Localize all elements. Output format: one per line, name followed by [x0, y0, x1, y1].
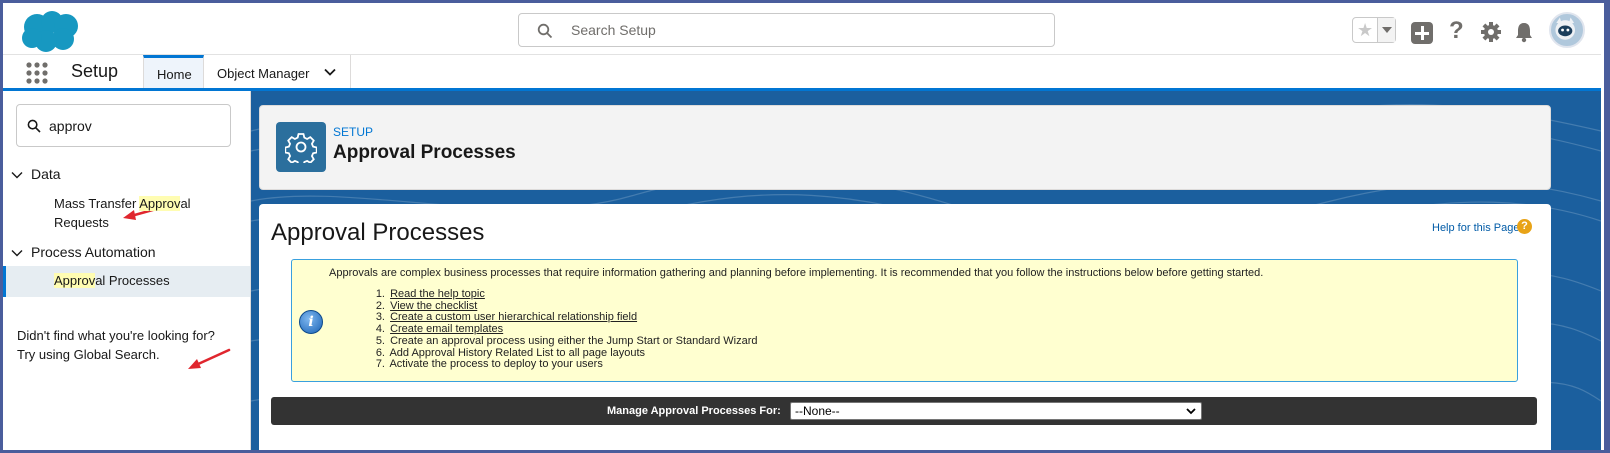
app-nav-bar: Setup Home Object Manager — [3, 55, 1601, 91]
global-header: Search Setup ★ ? — [3, 3, 1601, 55]
search-highlight: Approv — [139, 196, 181, 211]
search-highlight: Approv — [54, 273, 96, 288]
avatar[interactable] — [1549, 12, 1585, 48]
not-found-line1: Didn't find what you're looking for? — [17, 328, 215, 343]
page-header-title: Approval Processes — [333, 142, 516, 163]
global-search-link[interactable]: Try using Global Search. — [17, 345, 242, 364]
sidebar-item-approval-processes[interactable]: Approval Processes — [3, 266, 250, 297]
tab-object-manager-label: Object Manager — [217, 66, 310, 81]
quick-find-value: approv — [49, 118, 92, 134]
salesforce-logo[interactable] — [19, 11, 81, 53]
help-for-this-page-link[interactable]: Help for this Page — [1432, 222, 1519, 234]
page-header-eyebrow: SETUP — [333, 125, 374, 139]
favorites-dropdown-icon[interactable] — [1377, 18, 1395, 42]
chevron-down-icon[interactable] — [11, 169, 23, 181]
item-text: al Processes — [95, 273, 170, 288]
add-icon[interactable] — [1411, 22, 1433, 44]
step-number: 5. — [375, 334, 385, 347]
step-number: 7. — [375, 358, 385, 371]
step-text: Activate the process to deploy to your u… — [389, 358, 603, 371]
setup-sidebar: approv Data Mass Transfer Approval Reques… — [3, 91, 251, 450]
app-name: Setup — [71, 61, 119, 81]
setup-gear-icon — [276, 122, 326, 172]
view-checklist-link[interactable]: View the checklist — [390, 300, 477, 312]
create-email-templates-link[interactable]: Create email templates — [390, 323, 503, 335]
tab-object-manager[interactable]: Object Manager — [204, 55, 351, 88]
help-icon[interactable]: ? — [1449, 17, 1464, 45]
tab-home[interactable]: Home — [143, 55, 204, 88]
create-hierarchical-field-link[interactable]: Create a custom user hierarchical relati… — [390, 311, 637, 324]
info-intro-text: Approvals are complex business processes… — [329, 267, 1264, 279]
global-search-input[interactable]: Search Setup — [518, 13, 1055, 47]
astro-avatar-icon — [1555, 17, 1575, 40]
manage-label: Manage Approval Processes For: — [607, 405, 781, 417]
gear-icon — [285, 133, 317, 163]
page-header: SETUP Approval Processes — [259, 105, 1551, 190]
sidebar-section-label: Data — [31, 166, 61, 182]
app-launcher-icon[interactable] — [25, 61, 49, 85]
chevron-down-icon[interactable] — [11, 247, 23, 259]
chevron-down-icon — [1186, 408, 1196, 415]
info-message-box: i Approvals are complex business process… — [291, 259, 1518, 382]
chevron-down-icon[interactable] — [324, 66, 336, 78]
step-number: 1. — [375, 288, 385, 300]
step-text: Create an approval process using either … — [390, 334, 758, 347]
page-title: Approval Processes — [271, 219, 485, 246]
favorites-star-icon: ★ — [1357, 20, 1374, 40]
sidebar-section-label: Process Automation — [31, 244, 156, 260]
search-icon — [27, 119, 41, 133]
search-icon — [537, 23, 553, 39]
setup-steps-list: 1. Read the help topic 2. View the check… — [372, 288, 758, 371]
favorites-button[interactable]: ★ — [1352, 17, 1396, 43]
search-placeholder: Search Setup — [571, 22, 656, 38]
tab-home-label: Home — [157, 67, 192, 82]
main-content-area: SETUP Approval Processes Approval Proces… — [251, 91, 1601, 450]
manage-approval-processes-bar: Manage Approval Processes For: --None-- — [271, 397, 1537, 425]
quick-find-input[interactable]: approv — [16, 104, 231, 147]
sidebar-item-mass-transfer-approval-requests[interactable]: Mass Transfer Approval Requests — [54, 194, 191, 232]
read-help-topic-link[interactable]: Read the help topic — [390, 288, 485, 300]
step-text: Add Approval History Related List to all… — [389, 346, 646, 359]
not-found-help: Didn't find what you're looking for? Try… — [17, 326, 242, 364]
item-text: Mass Transfer — [54, 196, 140, 211]
object-select-value: --None-- — [795, 404, 840, 418]
approval-processes-panel: Approval Processes Help for this Page ? … — [259, 204, 1551, 450]
info-icon: i — [299, 310, 323, 334]
list-item: 7. Activate the process to deploy to you… — [372, 358, 758, 371]
help-icon[interactable]: ? — [1517, 219, 1532, 234]
gear-icon[interactable] — [1480, 21, 1502, 43]
object-select[interactable]: --None-- — [790, 402, 1202, 420]
bell-icon[interactable] — [1513, 21, 1535, 43]
